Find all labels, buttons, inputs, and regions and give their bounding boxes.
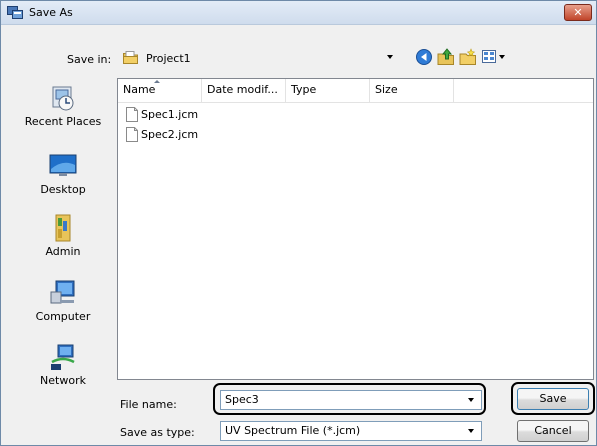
up-folder-icon[interactable] [437, 48, 455, 66]
file-name-input[interactable]: Spec3 [220, 390, 482, 410]
file-icon [126, 127, 138, 142]
place-label: Admin [45, 245, 81, 258]
file-list-view[interactable]: Name Date modif... Type Size Spec1.jcm S… [117, 78, 594, 380]
column-header-size[interactable]: Size [370, 79, 454, 103]
save-in-dropdown[interactable]: Project1 [117, 47, 399, 69]
save-in-value: Project1 [146, 52, 191, 65]
network-icon [51, 344, 75, 370]
new-folder-icon[interactable] [459, 48, 477, 66]
place-label: Desktop [40, 183, 86, 196]
back-icon[interactable] [415, 48, 433, 66]
title-bar[interactable]: Save As ✕ [1, 1, 596, 25]
place-label: Computer [35, 310, 91, 323]
views-menu-icon[interactable] [481, 48, 507, 66]
file-icon [126, 107, 138, 122]
place-admin[interactable]: Admin [13, 213, 113, 258]
save-as-dialog: Save As ✕ Save in: Project1 Recent Place… [0, 0, 597, 446]
place-recent-places[interactable]: Recent Places [13, 83, 113, 128]
file-name-label: File name: [120, 398, 177, 411]
save-as-type-value: UV Spectrum File (*.jcm) [225, 424, 361, 437]
column-header-type[interactable]: Type [286, 79, 370, 103]
computer-icon [50, 280, 75, 304]
save-button[interactable]: Save [517, 388, 589, 410]
file-list-header: Name Date modif... Type Size [118, 79, 593, 103]
recent-places-icon [52, 86, 74, 111]
place-desktop[interactable]: Desktop [13, 151, 113, 196]
save-as-type-label: Save as type: [120, 426, 195, 439]
file-name: Spec1.jcm [141, 108, 199, 121]
place-network[interactable]: Network [13, 342, 113, 387]
place-label: Recent Places [24, 115, 102, 128]
place-computer[interactable]: Computer [13, 278, 113, 323]
chevron-down-icon[interactable] [468, 398, 474, 402]
column-header-date-modified[interactable]: Date modif... [202, 79, 286, 103]
save-as-type-dropdown[interactable]: UV Spectrum File (*.jcm) [220, 421, 482, 441]
places-bar: Recent Places Desktop Admin Computer Net… [13, 78, 113, 396]
dialog-title: Save As [29, 6, 73, 19]
chevron-down-icon[interactable] [387, 55, 393, 59]
sort-ascending-icon [154, 80, 160, 83]
cancel-button[interactable]: Cancel [517, 420, 589, 442]
chevron-down-icon[interactable] [468, 429, 474, 433]
file-name: Spec2.jcm [141, 128, 199, 141]
place-label: Network [40, 374, 86, 387]
folder-icon [123, 51, 138, 64]
save-in-label: Save in: [67, 53, 112, 66]
user-folder-icon [55, 214, 71, 242]
desktop-icon [49, 154, 77, 176]
close-button[interactable]: ✕ [564, 4, 592, 21]
column-header-name[interactable]: Name [118, 79, 202, 103]
save-as-app-icon [7, 6, 23, 19]
